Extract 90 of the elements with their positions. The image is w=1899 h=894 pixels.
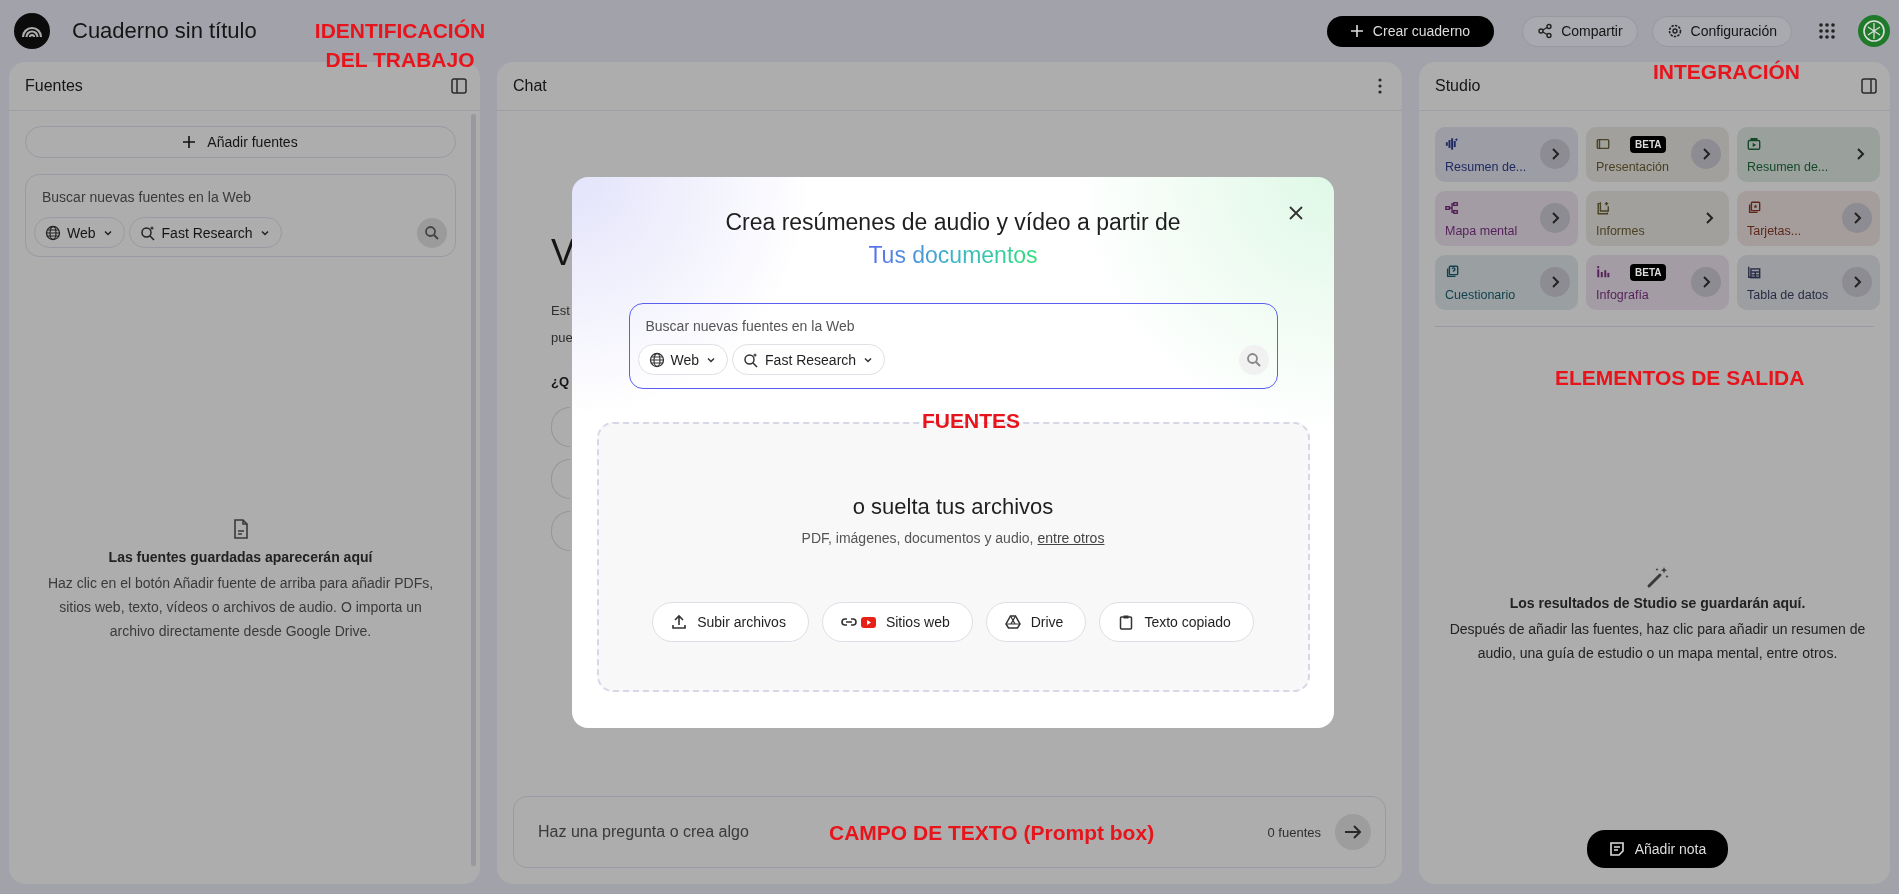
notebook-title[interactable]: Cuaderno sin título (72, 18, 257, 44)
chat-text: pue (551, 329, 573, 347)
avatar-icon[interactable] (1858, 15, 1890, 47)
studio-card-label: Cuestionario (1445, 288, 1517, 302)
drop-title: o suelta tus archivos (852, 494, 1054, 520)
studio-card-label: Informes (1596, 224, 1646, 238)
panel-title: Fuentes (25, 77, 83, 95)
plus-icon (1350, 25, 1363, 37)
panel-title: Chat (513, 77, 547, 95)
chat-text: Est (551, 302, 570, 320)
source-count: 0 fuentes (1267, 824, 1321, 840)
create-notebook-button[interactable]: Crear cuaderno (1326, 15, 1495, 47)
prompt-placeholder: Haz una pregunta o crea algo (538, 823, 749, 841)
document-icon (232, 519, 249, 539)
send-icon[interactable] (1335, 814, 1371, 850)
chat-text: ¿Q (551, 374, 570, 389)
chevron-right-icon[interactable] (1691, 139, 1721, 169)
search-placeholder: Buscar nuevas fuentes en la Web (41, 189, 253, 205)
clipboard-icon (1118, 614, 1135, 630)
annotation-label: INTEGRACIÓN (1653, 59, 1800, 85)
panel-toggle-icon[interactable] (1860, 77, 1878, 95)
source-type-button[interactable]: Texto copiado (1099, 602, 1254, 642)
studio-card[interactable]: Resumen de... (1435, 127, 1578, 182)
chevron-right-icon[interactable] (1691, 267, 1721, 297)
add-sources-button[interactable]: Añadir fuentes (25, 126, 456, 158)
studio-card[interactable]: BETA Presentación (1586, 127, 1729, 182)
share-icon (1537, 23, 1554, 39)
apps-grid-icon[interactable] (1818, 22, 1836, 40)
chevron-right-icon[interactable] (1540, 203, 1570, 233)
globe-icon (45, 224, 61, 241)
studio-card-label: Presentación (1596, 160, 1670, 174)
add-note-button[interactable]: Añadir nota (1586, 830, 1729, 868)
search-icon[interactable] (1238, 344, 1269, 375)
studio-card[interactable]: BETA Infografía (1586, 255, 1729, 310)
studio-card[interactable]: Resumen de... (1737, 127, 1880, 182)
studio-card[interactable]: Cuestionario (1435, 255, 1578, 310)
gear-icon (1666, 23, 1683, 39)
web-dropdown[interactable]: Web (637, 344, 729, 375)
source-type-button[interactable]: Sitios web (821, 602, 973, 642)
note-icon (1608, 841, 1625, 857)
source-type-button[interactable]: Drive (985, 602, 1087, 642)
studio-card-label: Resumen de... (1445, 160, 1528, 174)
annotation-label: IDENTIFICACIÓN DEL TRABAJO (313, 18, 487, 73)
drive-icon (1004, 614, 1021, 630)
empty-state-text: Después de añadir las fuentes, haz clic para añadir un resumen de audio, una guía de estudio o un mapa mental, entre otros. (1448, 620, 1867, 663)
video-play-icon (860, 616, 876, 628)
logo-icon[interactable] (14, 13, 50, 49)
more-formats-link[interactable]: entre otros (1037, 530, 1105, 546)
plus-icon (183, 136, 196, 148)
more-options-icon[interactable] (1378, 78, 1382, 94)
studio-card[interactable]: Tarjetas... (1737, 191, 1880, 246)
chevron-right-icon[interactable] (1842, 203, 1872, 233)
panel-title: Studio (1435, 77, 1481, 95)
panel-toggle-icon[interactable] (450, 77, 468, 95)
studio-card-label: Mapa mental (1445, 224, 1519, 238)
chevron-right-icon[interactable] (1540, 267, 1570, 297)
studio-card-label: Tarjetas... (1747, 224, 1803, 238)
search-icon[interactable] (417, 217, 447, 248)
studio-card-label: Resumen de... (1747, 160, 1830, 174)
source-type-button[interactable]: Subir archivos (652, 602, 809, 642)
web-search-field[interactable]: Buscar nuevas fuentes en la Web Web Fast Research (25, 174, 456, 257)
web-search-field[interactable]: Buscar nuevas fuentes en la Web Web Fast Research (628, 303, 1278, 389)
chevron-right-icon[interactable] (1540, 139, 1570, 169)
dialog-title: Crea resúmenes de audio y vídeo a partir de (725, 209, 1181, 236)
studio-card-label: Infografía (1596, 288, 1650, 302)
upload-icon (671, 614, 688, 630)
globe-icon (648, 351, 665, 368)
sparkle-search-icon (139, 224, 156, 241)
empty-state-title: Las fuentes guardadas aparecerán aquí (108, 549, 373, 565)
share-button[interactable]: Compartir (1522, 15, 1638, 47)
sparkle-search-icon (743, 351, 760, 368)
close-icon[interactable] (1288, 205, 1304, 221)
empty-state-title: Los resultados de Studio se guardarán aquí. (1509, 595, 1806, 611)
empty-state-text: Haz clic en el botón Añadir fuente de arriba para añadir PDFs, sitios web, texto, vídeos o archivos de audio. O importa un archivo directamente desde Google Drive. (46, 574, 435, 641)
annotation-label: CAMPO DE TEXTO (Prompt box) (829, 820, 1155, 846)
magic-wand-icon (1645, 565, 1670, 589)
drop-hint: PDF, imágenes, documentos y audio, (801, 530, 1034, 546)
studio-card[interactable]: Tabla de datos (1737, 255, 1880, 310)
beta-badge: BETA (1630, 263, 1667, 281)
settings-button[interactable]: Configuración (1651, 15, 1792, 47)
research-mode-dropdown[interactable]: Fast Research (732, 344, 886, 375)
chevron-right-icon[interactable] (1842, 267, 1872, 297)
search-placeholder: Buscar nuevas fuentes en la Web (644, 318, 856, 334)
research-mode-dropdown[interactable]: Fast Research (128, 217, 282, 248)
studio-card[interactable]: Mapa mental (1435, 191, 1578, 246)
studio-card[interactable]: Informes (1586, 191, 1729, 246)
studio-card-label: Tabla de datos (1747, 288, 1830, 302)
annotation-label: ELEMENTOS DE SALIDA (1555, 365, 1805, 391)
web-dropdown[interactable]: Web (34, 217, 125, 248)
beta-badge: BETA (1630, 135, 1667, 153)
